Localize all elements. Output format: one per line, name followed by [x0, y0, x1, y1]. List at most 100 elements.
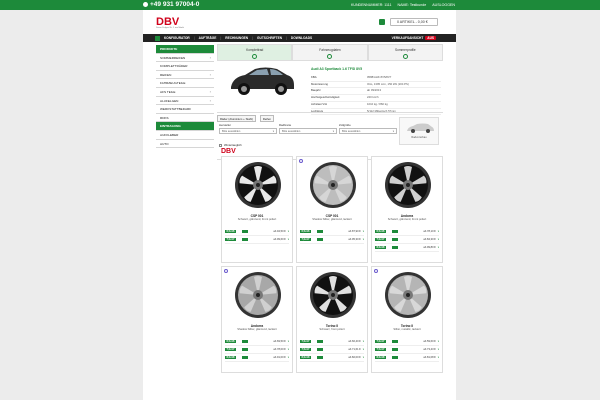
size-row[interactable]: 6,5x16 ab 69,50 € ▾: [225, 338, 289, 346]
product-info: CSP 001 Schwarz, glänzend, Front poliert: [222, 214, 292, 221]
size-row[interactable]: 8,0x18 ab 82,00 € ▾: [300, 354, 364, 362]
size-list: 6,5x16 ab 78,10 € ▾ 7,0x17 ab 84,30 € ▾ 8,0x18…: [372, 228, 442, 252]
nav-rechnungen[interactable]: RECHNUNGEN: [225, 36, 248, 40]
radio-tires[interactable]: Reifen: [259, 115, 274, 122]
size-badge: 7,0x17: [375, 340, 386, 343]
add-to-cart-icon[interactable]: ▾: [438, 340, 439, 343]
add-to-cart-icon[interactable]: ▾: [438, 230, 439, 233]
add-to-cart-icon[interactable]: ▾: [363, 356, 364, 359]
wheel-image[interactable]: [384, 271, 432, 319]
size-badge: 6,5x16: [300, 230, 311, 233]
sales-view-toggle[interactable]: VERKAUFSANSICHT AUS: [392, 36, 436, 40]
size-row[interactable]: 8,0x18 ab 81,08 € ▾: [375, 354, 439, 362]
sidebar-item[interactable]: EINTRAGUNG: [156, 122, 214, 131]
sidebar-item[interactable]: AUFKLEBER: [156, 131, 214, 140]
spec-value: ab 09/2013: [367, 88, 381, 93]
nav-gutschriften[interactable]: GUTSCHRIFTEN: [257, 36, 282, 40]
filter-size: Zollgröße Bitte auswählen: [339, 123, 397, 135]
wheel-image[interactable]: [384, 161, 432, 209]
sidebar-item[interactable]: SOMMERREIFEN ›: [156, 54, 214, 63]
winter-checkbox[interactable]: [219, 143, 222, 147]
add-to-cart-icon[interactable]: ▾: [288, 356, 289, 359]
add-to-cart-icon[interactable]: ▾: [288, 238, 289, 241]
sidebar-item[interactable]: AUTO: [156, 140, 214, 149]
sidebar-item[interactable]: KOMPLETTRÄDER: [156, 62, 214, 71]
size-list: 6,5x16 ab 69,50 € ▾ 7,0x17 ab 78,00 € ▾ 8,0x18…: [222, 338, 292, 362]
size-row[interactable]: 6,5x16 ab 87,90 € ▾: [300, 228, 364, 236]
nav-separator: |: [193, 36, 195, 40]
logo[interactable]: DBV Deine Felgen Nr. 1 am Markt: [156, 16, 184, 29]
cart-widget[interactable]: 0 ARTIKEL - 0,00 €: [379, 18, 438, 26]
sidebar-item[interactable]: RDKS: [156, 114, 214, 123]
sidebar-item[interactable]: REIFEN ›: [156, 71, 214, 80]
add-to-cart-icon[interactable]: ▾: [363, 340, 364, 343]
size-row[interactable]: 7,5x17 ab 71,61 € ▾: [300, 346, 364, 354]
manufacturer-select[interactable]: Bitte auswählen: [219, 128, 277, 135]
add-to-cart-icon[interactable]: ▾: [363, 238, 364, 241]
product-card[interactable]: CSP 001 Schwarz, glänzend, Front poliert 6…: [221, 156, 293, 263]
product-card[interactable]: Andorra Schwarz, glänzend, Front poliert 6…: [371, 156, 443, 263]
size-row[interactable]: 6,5x16 ab 94,50 € ▾: [225, 228, 289, 236]
size-row[interactable]: 7,0x17 ab 84,30 € ▾: [375, 236, 439, 244]
size-row[interactable]: 7,0x17 ab 66,40 € ▾: [300, 338, 364, 346]
header: DBV Deine Felgen Nr. 1 am Markt 0 ARTIKEL…: [143, 10, 456, 34]
main-nav: KONFIGURATOR | AUFTRÄGE | RECHNUNGEN | GUTS…: [143, 34, 456, 42]
sidebar-item[interactable]: ALUFELGEN ›: [156, 97, 214, 106]
customer-number: KUNDENNUMMER: 1111: [350, 3, 392, 7]
product-card[interactable]: Andorra Shadow Silber, glänzend, lackiert…: [221, 266, 293, 373]
size-row[interactable]: 7,5x17 ab 73,43 € ▾: [375, 346, 439, 354]
wheel-image[interactable]: [309, 271, 357, 319]
nav-downloads[interactable]: DOWNLOADS: [291, 36, 312, 40]
add-to-cart-icon[interactable]: ▾: [363, 348, 364, 351]
size-row[interactable]: 6,5x16 ab 78,10 € ▾: [375, 228, 439, 236]
add-to-cart-icon[interactable]: ▾: [288, 340, 289, 343]
product-card[interactable]: Torino II Schwarz, front poliert 7,0x17 ab …: [296, 266, 368, 373]
spec-key: Höchstgeschwindigkeit: [311, 95, 340, 100]
wheel-preview[interactable]: Radvorschau: [399, 117, 439, 145]
add-to-cart-icon[interactable]: ▾: [438, 238, 439, 241]
add-to-cart-icon[interactable]: ▾: [288, 230, 289, 233]
width-select[interactable]: Bitte auswählen: [279, 128, 337, 135]
sidebar-item[interactable]: WERKSTATTBEDARF: [156, 105, 214, 114]
cart-summary[interactable]: 0 ARTIKEL - 0,00 €: [390, 18, 438, 26]
phone-icon: [143, 1, 148, 7]
sales-view-badge[interactable]: AUS: [425, 36, 436, 40]
wheel-image[interactable]: [234, 271, 282, 319]
sidebar-item[interactable]: AFS TEILE ›: [156, 88, 214, 97]
size-badge: 7,5x17: [375, 348, 386, 351]
size-badge: 7,0x17: [225, 238, 236, 241]
add-to-cart-icon[interactable]: ▾: [438, 356, 439, 359]
product-card[interactable]: CSP 001 Shadow Silber, glänzend, lackiert…: [296, 156, 368, 263]
size-price: ab 66,40 €: [348, 340, 361, 343]
product-card[interactable]: Torino II Silber, metallic, lackiert 7,0x1…: [371, 266, 443, 373]
cart-icon: [379, 19, 385, 25]
add-to-cart-icon[interactable]: ▾: [438, 348, 439, 351]
radio-wheels[interactable]: Räder (Aluminium + Stahl): [217, 115, 256, 122]
size-price: ab 71,61 €: [348, 348, 361, 351]
size-price: ab 99,80 €: [423, 246, 436, 249]
tab-item[interactable]: Komplettrad: [217, 44, 293, 61]
size-row[interactable]: 7,0x17 ab 99,60 € ▾: [225, 236, 289, 244]
tab-item[interactable]: Sommerprofile: [367, 44, 443, 61]
size-select[interactable]: Bitte auswählen: [339, 128, 397, 135]
size-row[interactable]: 7,0x17 ab 59,60 € ▾: [375, 338, 439, 346]
wheel-image[interactable]: [309, 161, 357, 209]
add-to-cart-icon[interactable]: ▾: [438, 246, 439, 249]
size-row[interactable]: 8,0x18 ab 99,80 € ▾: [375, 244, 439, 252]
phone-number[interactable]: +49 931 97004-0: [143, 1, 199, 9]
tab-item[interactable]: Fahrzeugdaten: [292, 44, 368, 61]
wheel-image[interactable]: [234, 161, 282, 209]
size-row[interactable]: 7,0x17 ab 78,00 € ▾: [225, 346, 289, 354]
size-row[interactable]: 7,0x17 ab 95,30 € ▾: [300, 236, 364, 244]
stock-indicator-icon: [316, 230, 323, 233]
nav-konfigurator[interactable]: KONFIGURATOR: [164, 36, 190, 40]
size-row[interactable]: 8,0x18 ab 91,00 € ▾: [225, 354, 289, 362]
sales-view-label: VERKAUFSANSICHT: [391, 36, 424, 40]
add-to-cart-icon[interactable]: ▾: [288, 348, 289, 351]
sidebar-item[interactable]: FAHRZEUGTEILE: [156, 79, 214, 88]
winter-filter[interactable]: Wintertauglich: [219, 143, 242, 147]
home-icon[interactable]: [155, 35, 160, 41]
add-to-cart-icon[interactable]: ▾: [363, 230, 364, 233]
nav-auftraege[interactable]: AUFTRÄGE: [199, 36, 217, 40]
logout-link[interactable]: AUSLOGGEN: [432, 2, 455, 8]
